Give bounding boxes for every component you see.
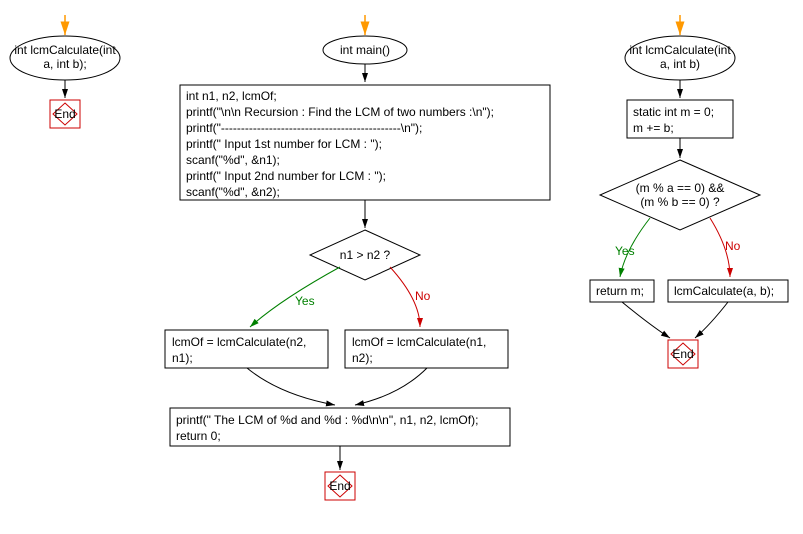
- terminal-1-text-l1: int lcmCalculate(int: [14, 43, 116, 57]
- merge-arrow-2a: [247, 368, 335, 405]
- process-2-yes-l2: n1);: [172, 351, 193, 365]
- no-label-3: No: [725, 239, 741, 253]
- process-2-yes-l1: lcmOf = lcmCalculate(n2,: [172, 335, 306, 349]
- end-1: End: [50, 100, 80, 128]
- yes-label-2: Yes: [295, 294, 315, 308]
- terminal-1-text-l2: a, int b);: [43, 57, 86, 71]
- terminal-3-text-l2: a, int b): [660, 57, 700, 71]
- process-2-l7: scanf("%d", &n2);: [186, 185, 280, 199]
- end-2: End: [325, 472, 355, 500]
- flowchart-canvas: int lcmCalculate(int a, int b); End int …: [0, 0, 803, 534]
- decision-2-text: n1 > n2 ?: [340, 248, 391, 262]
- terminal-2-text: int main(): [340, 43, 390, 57]
- decision-3-l2: (m % b == 0) ?: [640, 195, 720, 209]
- end-2-text: End: [329, 479, 350, 493]
- merge-arrow-3a: [622, 302, 670, 338]
- process-2-no-l1: lcmOf = lcmCalculate(n1,: [352, 335, 486, 349]
- process-3-no-text: lcmCalculate(a, b);: [674, 284, 774, 298]
- process-2-l4: printf(" Input 1st number for LCM : ");: [186, 137, 382, 151]
- process-2-no-l2: n2);: [352, 351, 373, 365]
- end-3: End: [668, 340, 698, 368]
- end-3-text: End: [672, 347, 693, 361]
- process-2-l2: printf("\n\n Recursion : Find the LCM of…: [186, 105, 494, 119]
- no-label-2: No: [415, 289, 431, 303]
- process-2-final-l1: printf(" The LCM of %d and %d : %d\n\n",…: [176, 413, 478, 427]
- process-2-l1: int n1, n2, lcmOf;: [186, 89, 277, 103]
- process-2-l5: scanf("%d", &n1);: [186, 153, 280, 167]
- end-1-text: End: [54, 107, 75, 121]
- decision-3-l1: (m % a == 0) &&: [636, 181, 725, 195]
- process-2-l3: printf("--------------------------------…: [186, 121, 422, 135]
- process-3-l1: static int m = 0;: [633, 105, 714, 119]
- process-3-l2: m += b;: [633, 121, 674, 135]
- yes-label-3: Yes: [615, 244, 635, 258]
- process-2-final-l2: return 0;: [176, 429, 221, 443]
- process-3-yes-text: return m;: [596, 284, 644, 298]
- process-2-l6: printf(" Input 2nd number for LCM : ");: [186, 169, 386, 183]
- merge-arrow-2b: [355, 368, 427, 405]
- terminal-3-text-l1: int lcmCalculate(int: [629, 43, 731, 57]
- merge-arrow-3b: [695, 302, 728, 338]
